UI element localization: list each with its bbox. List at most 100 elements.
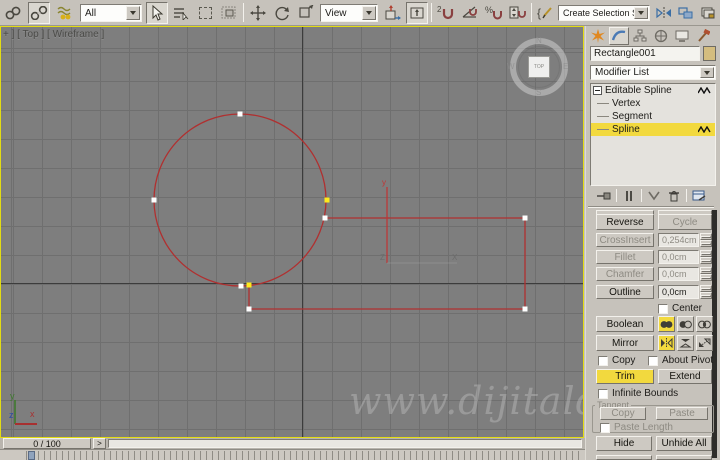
unlink-selection-icon[interactable] [28,2,50,24]
use-pivot-point-center-icon[interactable] [382,2,404,24]
checkbox-box[interactable] [600,422,610,433]
vertex-junction-selected[interactable] [246,282,252,288]
fillet-value[interactable]: 0,0cm [658,250,699,264]
modifier-list-dropdown[interactable]: Modifier List [590,65,716,80]
checkbox-box[interactable] [648,355,658,366]
modifier-stack[interactable]: Editable Spline Vertex Segment Spline [590,83,716,186]
time-slider-track[interactable] [108,439,582,448]
spin-down[interactable] [700,292,712,299]
checkbox-box[interactable] [598,355,608,366]
object-color-swatch[interactable] [703,46,716,61]
bind-to-space-warp-icon[interactable] [54,2,76,24]
percent-snap-toggle-icon[interactable]: % [483,2,505,24]
configure-modifier-sets-icon[interactable] [689,189,709,203]
select-and-scale-icon[interactable] [295,2,317,24]
spinner-snap-toggle-icon[interactable] [507,2,529,24]
window-crossing-toggle-icon[interactable] [218,2,240,24]
checkbox-box[interactable] [598,388,608,399]
boolean-button[interactable]: Boolean [596,316,654,332]
spin-up[interactable] [700,233,712,240]
spin-down[interactable] [700,257,712,264]
tab-motion[interactable] [651,27,671,45]
reverse-button[interactable]: Reverse [596,214,654,230]
select-and-manipulate-icon[interactable] [406,2,428,24]
center-checkbox[interactable]: Center [658,303,702,314]
selection-filter-arrow[interactable] [126,6,140,20]
show-end-result-icon[interactable] [619,189,639,203]
outline-spinner[interactable]: 0,0cm [658,285,712,299]
collapse-icon[interactable] [593,86,602,95]
stack-row-vertex[interactable]: Vertex [591,97,715,110]
tangent-copy-button[interactable]: Copy [600,407,646,420]
cycle-button[interactable]: Cycle [658,214,712,230]
coord-system-arrow[interactable] [362,6,376,20]
boolean-subtraction-icon[interactable] [677,316,694,332]
fillet-spinner[interactable]: 0,0cm [658,250,712,264]
align-icon[interactable] [676,2,696,24]
vertex-circle-left[interactable] [151,197,157,203]
select-and-rotate-icon[interactable] [271,2,293,24]
viewport-canvas[interactable]: y Z X y z x [1,27,584,437]
spin-down[interactable] [700,274,712,281]
crossinsert-value[interactable]: 0,254cm [658,233,699,247]
vertex-circle-right-selected[interactable] [324,197,330,203]
make-unique-icon[interactable] [644,189,664,203]
vertex-circle-bottom[interactable] [238,283,244,289]
stack-row-spline-selected[interactable]: Spline [591,123,715,136]
tab-create[interactable] [588,27,608,45]
vertex-markers[interactable] [151,111,528,312]
paste-length-checkbox[interactable]: Paste Length [600,422,673,433]
mirror-vertical-icon[interactable] [677,335,694,351]
trim-button[interactable]: Trim [596,369,654,384]
vertex-rect-bottomright[interactable] [522,306,528,312]
boolean-union-icon[interactable] [658,316,675,332]
angle-snap-toggle-icon[interactable] [459,2,481,24]
vertex-rect-bottomleft[interactable] [246,306,252,312]
checkbox-box[interactable] [658,303,668,314]
hide-button[interactable]: Hide [596,436,652,451]
vertex-rect-topleft[interactable] [322,215,328,221]
tangent-paste-button[interactable]: Paste [656,407,708,420]
layer-manager-icon[interactable] [698,2,718,24]
select-and-link-icon[interactable] [2,2,24,24]
tab-modify[interactable] [609,27,629,45]
mirror-button[interactable]: Mirror [596,335,654,351]
viewport-top[interactable]: + ] [ Top ] [ Wireframe ] www.dijitaldev… [0,26,584,438]
reference-coordinate-system-dropdown[interactable]: View [320,4,378,22]
vertex-circle-top[interactable] [237,111,243,117]
stack-row-segment[interactable]: Segment [591,110,715,123]
crossinsert-button[interactable]: CrossInsert [596,233,654,247]
edit-named-selection-sets-icon[interactable]: { [535,2,557,24]
time-slider-next-button[interactable]: > [93,438,106,449]
copy-checkbox[interactable]: Copy [598,355,635,366]
named-selection-set-dropdown[interactable]: Create Selection Se [558,5,650,21]
stack-row-editable-spline[interactable]: Editable Spline [591,84,715,97]
outline-button[interactable]: Outline [596,285,654,299]
track-bar[interactable] [0,449,585,460]
chamfer-button[interactable]: Chamfer [596,267,654,281]
spin-up[interactable] [700,267,712,274]
object-name-field[interactable]: Rectangle001 [590,46,700,61]
select-and-move-icon[interactable] [247,2,269,24]
chamfer-spinner[interactable]: 0,0cm [658,267,712,281]
selected-vertex-markers[interactable] [246,197,330,288]
track-bar-marker[interactable] [28,451,35,460]
select-by-name-icon[interactable] [170,2,192,24]
fillet-button[interactable]: Fillet [596,250,654,264]
spin-up[interactable] [700,250,712,257]
remove-modifier-icon[interactable] [664,189,684,203]
outline-value[interactable]: 0,0cm [658,285,699,299]
spin-up[interactable] [700,285,712,292]
modifier-list-arrow[interactable] [700,67,714,78]
mirror-both-icon[interactable] [696,335,713,351]
mirror-icon[interactable] [654,2,674,24]
snap-toggle-2d-icon[interactable]: 2 [435,2,457,24]
tab-hierarchy[interactable] [630,27,650,45]
select-object-button[interactable] [146,2,168,24]
unhide-all-button[interactable]: Unhide All [656,436,712,451]
time-slider[interactable]: 0 / 100 [3,438,91,449]
boolean-intersection-icon[interactable] [696,316,713,332]
spin-down[interactable] [700,240,712,247]
chamfer-value[interactable]: 0,0cm [658,267,699,281]
vertex-rect-topright[interactable] [522,215,528,221]
